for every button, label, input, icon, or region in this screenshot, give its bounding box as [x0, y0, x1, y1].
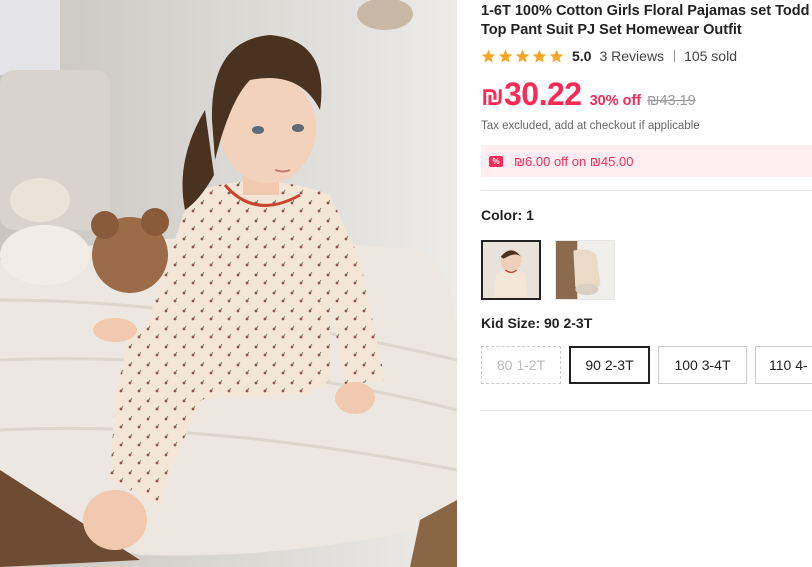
product-title: 1-6T 100% Cotton Girls Floral Pajamas se… [481, 2, 812, 40]
star-icon [532, 49, 547, 62]
discount-label: 30% off [589, 93, 642, 109]
size-option-110[interactable]: 110 4- [755, 346, 812, 384]
rating-score: 5.0 [572, 48, 592, 64]
divider [481, 410, 812, 411]
size-option-90[interactable]: 90 2-3T [569, 346, 650, 384]
coupon-text: ₪6.00 off on ₪45.00 [514, 153, 634, 169]
divider [481, 190, 812, 191]
color-swatch-2[interactable] [555, 240, 615, 300]
product-main-image[interactable] [0, 0, 457, 567]
color-swatch-1[interactable] [481, 240, 541, 300]
price-currency: ₪ [481, 81, 504, 111]
original-price: ₪43.19 [647, 93, 696, 109]
tax-note: Tax excluded, add at checkout if applica… [481, 120, 700, 132]
product-title-line2: Top Pant Suit PJ Set Homewear Outfit [481, 22, 742, 38]
size-label: Kid Size: 90 2-3T [481, 315, 593, 331]
current-price: 30.22 [503, 76, 582, 112]
color-label: Color: 1 [481, 207, 534, 223]
rating-stars [481, 49, 564, 64]
star-icon [515, 49, 530, 62]
size-option-80[interactable]: 80 1-2T [481, 346, 561, 384]
product-title-line1: 1-6T 100% Cotton Girls Floral Pajamas se… [481, 3, 810, 19]
size-option-100[interactable]: 100 3-4T [658, 346, 747, 384]
coupon-icon: % [489, 155, 503, 167]
sold-count: 105 sold [684, 48, 737, 64]
divider [674, 50, 676, 62]
reviews-link[interactable]: 3 Reviews [599, 48, 664, 64]
star-icon [498, 49, 513, 62]
star-icon [481, 49, 496, 62]
price-row: ₪ 30.22 30% off ₪43.19 [481, 76, 696, 116]
star-icon [549, 49, 564, 62]
rating-row: 5.0 3 Reviews 105 sold [481, 46, 737, 66]
coupon-banner[interactable]: % ₪6.00 off on ₪45.00 [481, 145, 812, 177]
